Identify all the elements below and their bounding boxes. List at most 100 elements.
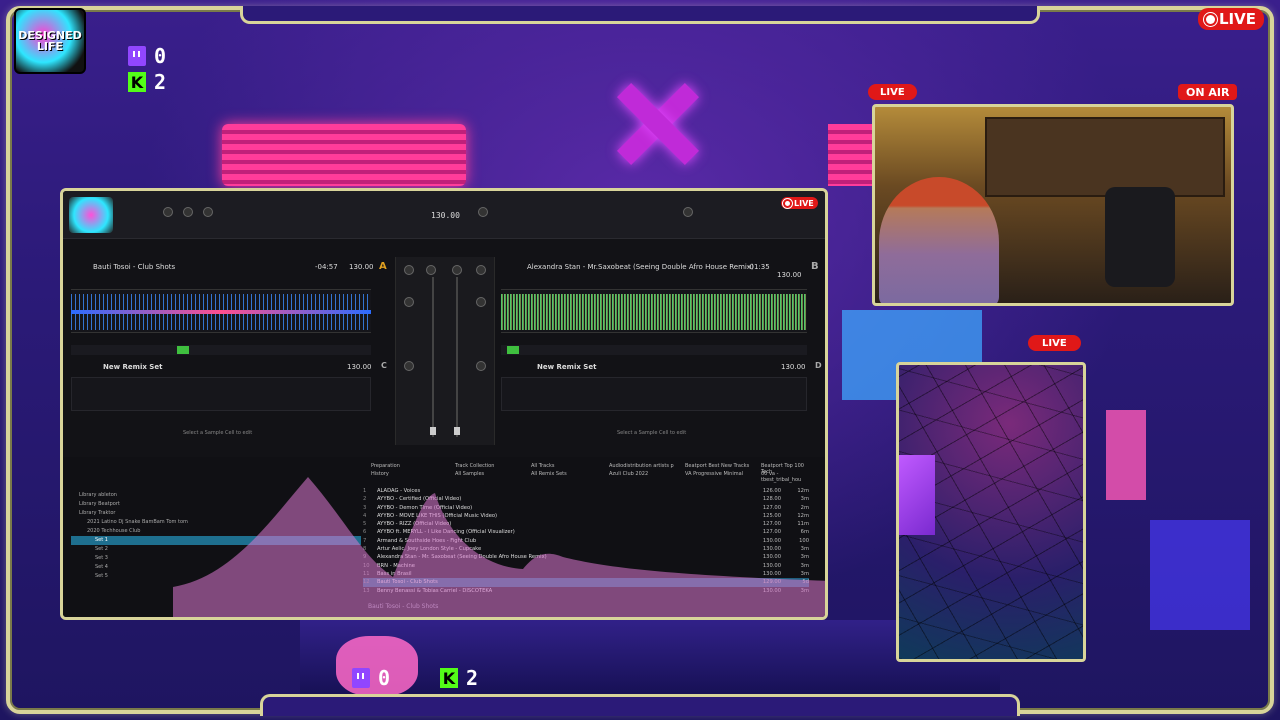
track-title: Benny Benassi & Tobias Carriel - DISCOTE… — [377, 587, 493, 594]
webcam-shelf — [985, 117, 1225, 197]
knob-icon[interactable] — [683, 207, 693, 217]
track-len: 12m — [797, 488, 809, 494]
tab-all-remix-sets[interactable]: All Remix Sets — [531, 471, 567, 477]
track-num: 1 — [363, 488, 367, 494]
deck-b-play-button[interactable] — [507, 346, 519, 354]
tab-audiodistribution[interactable]: Audiodistribution artists p — [609, 463, 674, 469]
library-tree-item[interactable]: Set 4 — [71, 563, 361, 572]
browser-tabs: Preparation History Track Collection All… — [363, 461, 809, 483]
tab-history[interactable]: History — [371, 471, 389, 477]
kick-icon: K — [128, 72, 146, 92]
tab-va-progressive[interactable]: VA Progressive Minimal — [685, 471, 743, 477]
eq-knob-icon[interactable] — [404, 361, 414, 371]
eq-knob-icon[interactable] — [404, 297, 414, 307]
overlay-frame-top-notch — [240, 6, 1040, 24]
deck-a-controls — [71, 345, 371, 355]
track-title: AYYBO ft. MERYLL - I Like Dancing (Offic… — [377, 529, 515, 536]
twitch-icon — [128, 46, 146, 66]
track-num: 7 — [363, 537, 367, 544]
library-tree-item[interactable]: Library Beatport — [71, 500, 361, 509]
deck-b-waveform[interactable] — [501, 289, 807, 333]
track-title: ALADAG - Voices — [377, 488, 421, 494]
track-title: AYYBO - Demon Time (Official Video) — [377, 504, 473, 511]
track-num: 13 — [363, 587, 370, 594]
tab-beatport-best-new[interactable]: Beatport Best New Tracks — [685, 463, 749, 469]
secondary-camera-feed — [896, 362, 1086, 662]
remix-deck-d-grid[interactable] — [501, 377, 807, 411]
track-bpm: 127.00 — [762, 529, 781, 536]
eq-knob-icon[interactable] — [404, 265, 414, 275]
library-tree-item[interactable]: 2021 Latino Dj Snake BamBam Tom tom — [71, 518, 361, 527]
tab-track-collection[interactable]: Track Collection — [455, 463, 494, 469]
deck-a-waveform[interactable] — [71, 289, 371, 333]
eq-knob-icon[interactable] — [452, 265, 462, 275]
library-tree-item[interactable]: Library ableton — [71, 491, 361, 500]
knob-icon[interactable] — [183, 207, 193, 217]
knob-icon[interactable] — [478, 207, 488, 217]
track-len: 12m — [797, 512, 809, 519]
webcam-chair — [1105, 187, 1175, 287]
track-len: 3m — [800, 570, 809, 577]
track-num: 9 — [363, 554, 367, 561]
table-row[interactable]: 2 AYYBO - Certified (Official Video) 128.0… — [363, 495, 809, 503]
library-tree-item[interactable]: Set 3 — [71, 554, 361, 563]
eq-knob-icon[interactable] — [476, 361, 486, 371]
table-row[interactable]: 9 Alexandra Stan - Mr. Saxobeat (Seeing D… — [363, 553, 809, 561]
deck-a-title: Bauti Tosoi - Club Shots — [93, 263, 176, 271]
knob-icon[interactable] — [163, 207, 173, 217]
eq-knob-icon[interactable] — [476, 265, 486, 275]
live-badge-dj: LIVE — [781, 197, 818, 209]
tab-all-samples[interactable]: All Samples — [455, 471, 484, 477]
table-row[interactable]: 12 Bauti Tosoi - Club Shots 129.00 5d — [363, 578, 809, 587]
twitch-count-bottom: 0 — [378, 666, 391, 690]
knob-icon[interactable] — [203, 207, 213, 217]
overlay-frame-bottom-notch — [260, 694, 1020, 716]
fader-cap-b[interactable] — [454, 427, 460, 435]
deck-a-play-button[interactable] — [177, 346, 189, 354]
tab-all-tracks[interactable]: All Tracks — [531, 463, 554, 469]
dj-header-bar: 130.00 — [63, 191, 825, 239]
table-row[interactable]: 11 Bass in Brasil 130.00 3m — [363, 570, 809, 578]
track-title: Bauti Tosoi - Club Shots — [377, 579, 438, 586]
library-tree-item[interactable]: Set 5 — [71, 572, 361, 581]
table-row[interactable]: 5 AYYBO - RIZZ (Official Video) 127.00 11m — [363, 520, 809, 528]
tab-preparation[interactable]: Preparation — [371, 463, 400, 469]
deck-c-letter: C — [381, 361, 387, 370]
library-tree-item[interactable]: 2020 Techhouse Club — [71, 527, 361, 536]
library-tree-item[interactable]: Set 1 — [71, 536, 361, 545]
mixer-section — [395, 257, 495, 445]
tab-va-tribal[interactable]: 00 va - tbest_tribal_hou — [761, 471, 809, 483]
track-title: Artur Aelic, Joey London Style - Cupcake — [377, 546, 482, 553]
track-bpm: 130.00 — [762, 554, 781, 561]
track-len: 5d — [802, 579, 809, 586]
table-row[interactable]: 4 AYYBO - MOVE LIKE THIS (Official Music … — [363, 512, 809, 520]
deck-c-title: New Remix Set — [103, 363, 163, 371]
track-len: 3m — [800, 496, 809, 503]
track-bpm: 127.00 — [762, 504, 781, 511]
track-title: AYYBO - RIZZ (Official Video) — [377, 521, 452, 528]
remix-deck-c-grid[interactable] — [71, 377, 371, 411]
track-bpm: 125.00 — [762, 512, 781, 519]
track-list: 1 ALADAG - Voices 126.00 12m 2 AYYBO - Certif… — [363, 487, 809, 607]
library-tree-item[interactable]: Library Traktor — [71, 509, 361, 518]
table-row[interactable]: 10 BRN - Machine 130.00 3m — [363, 562, 809, 570]
table-row[interactable]: 3 AYYBO - Demon Time (Official Video) 127.… — [363, 504, 809, 512]
library-tree-item[interactable]: Set 2 — [71, 545, 361, 554]
table-row[interactable]: 1 ALADAG - Voices 126.00 12m — [363, 487, 809, 495]
tab-azuli-club[interactable]: Azuli Club 2022 — [609, 471, 648, 477]
table-row[interactable]: 8 Artur Aelic, Joey London Style - Cupcak… — [363, 545, 809, 553]
fader-cap-a[interactable] — [430, 427, 436, 435]
twitch-viewer-counter-bottom: 0 — [352, 666, 390, 690]
table-row[interactable]: 7 Armand & Southside Hoes - Fight Club 130… — [363, 537, 809, 545]
twitch-count: 0 — [154, 44, 167, 68]
deck-a-letter: A — [379, 261, 387, 272]
table-row[interactable]: 13 Benny Benassi & Tobias Carriel - DISCO… — [363, 587, 809, 595]
sample-hint-left: Select a Sample Cell to edit — [183, 430, 253, 436]
channel-fader-a[interactable] — [432, 277, 434, 437]
eq-knob-icon[interactable] — [426, 265, 436, 275]
eq-knob-icon[interactable] — [476, 297, 486, 307]
channel-fader-b[interactable] — [456, 277, 458, 437]
track-browser: Preparation History Track Collection All… — [63, 457, 825, 617]
table-row[interactable]: 6 AYYBO ft. MERYLL - I Like Dancing (Offi… — [363, 528, 809, 536]
track-num: 10 — [363, 562, 370, 569]
